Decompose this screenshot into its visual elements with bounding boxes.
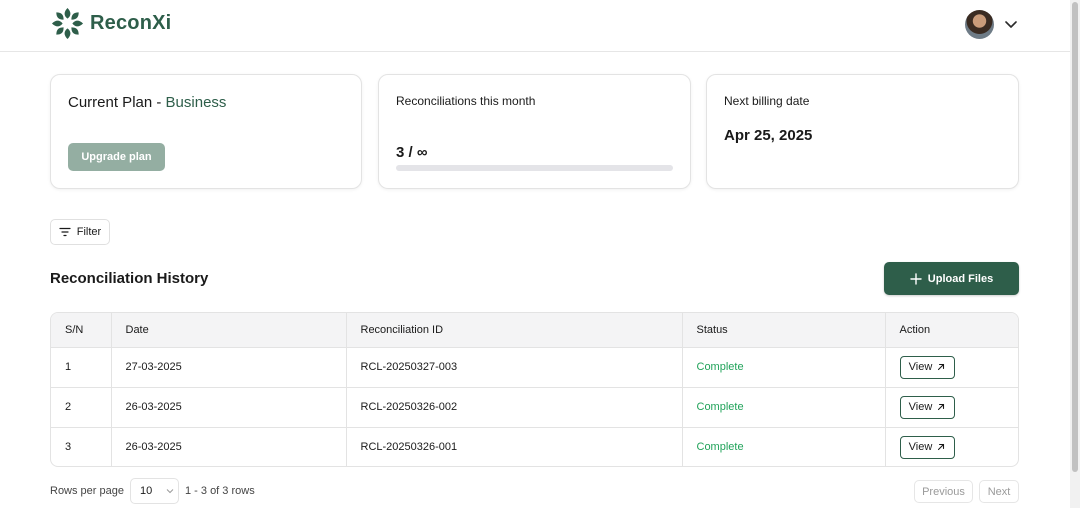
column-header-sn: S/N (51, 313, 112, 348)
view-label: View (908, 401, 933, 413)
cell-sn: 1 (51, 347, 112, 388)
chevron-down-icon (166, 489, 174, 494)
plan-name: Business (165, 94, 227, 111)
column-header-date: Date (111, 313, 347, 348)
arrow-up-right-icon (938, 363, 945, 371)
next-page-button[interactable]: Next (979, 480, 1019, 503)
upgrade-plan-button[interactable]: Upgrade plan (68, 143, 165, 171)
chevron-down-icon (1005, 21, 1017, 28)
column-header-action: Action (885, 313, 1018, 348)
rows-per-page-label: Rows per page (50, 485, 124, 497)
app-name: ReconXi (90, 12, 172, 34)
billing-label: Next billing date (724, 94, 810, 108)
cell-action: View (885, 387, 1018, 428)
filter-lines-icon (59, 227, 71, 237)
view-label: View (908, 361, 933, 373)
avatar[interactable] (965, 10, 994, 39)
reconxi-logo-icon (51, 7, 84, 40)
upload-files-label: Upload Files (927, 272, 994, 285)
cell-reconciliation-id: RCL-20250327-003 (346, 347, 683, 388)
user-menu-toggle[interactable] (1002, 15, 1020, 33)
table-row: 1 27-03-2025 RCL-20250327-003 Complete V… (51, 347, 1018, 388)
plan-title: Current Plan - Business (68, 94, 226, 111)
view-button[interactable]: View (899, 435, 955, 459)
row-range-text: 1 - 3 of 3 rows (185, 485, 255, 497)
view-label: View (908, 441, 933, 454)
previous-page-button[interactable]: Previous (914, 480, 973, 503)
filter-label: Filter (76, 226, 102, 238)
status-badge: Complete (682, 427, 886, 466)
top-navbar: ReconXi (0, 0, 1070, 52)
column-header-reconciliation-id: Reconciliation ID (346, 313, 683, 348)
upload-files-button[interactable]: Upload Files (884, 262, 1019, 295)
usage-progress-bar (396, 165, 673, 171)
cell-reconciliation-id: RCL-20250326-002 (346, 387, 683, 428)
column-header-status: Status (682, 313, 886, 348)
cell-date: 26-03-2025 (111, 427, 347, 466)
current-plan-card: Current Plan - Business Upgrade plan (50, 74, 362, 189)
status-badge: Complete (682, 347, 886, 388)
view-button[interactable]: View (899, 395, 955, 419)
filter-button[interactable]: Filter (50, 219, 110, 245)
cell-action: View (885, 427, 1018, 466)
usage-label: Reconciliations this month (396, 94, 536, 108)
logo[interactable]: ReconXi (50, 6, 171, 41)
table-row: 2 26-03-2025 RCL-20250326-002 Complete V… (51, 387, 1018, 428)
usage-card: Reconciliations this month 3 / ∞ (378, 74, 691, 189)
rows-per-page-value: 10 (140, 485, 153, 497)
reconciliation-table: S/N Date Reconciliation ID Status Action… (50, 312, 1019, 467)
table-header-row: S/N Date Reconciliation ID Status Action (51, 313, 1018, 348)
plan-title-prefix: Current Plan - (68, 94, 166, 111)
rows-per-page-select[interactable]: 10 (130, 478, 179, 504)
cell-sn: 2 (51, 387, 112, 428)
cell-sn: 3 (51, 427, 112, 466)
status-badge: Complete (682, 387, 886, 428)
billing-card: Next billing date Apr 25, 2025 (706, 74, 1019, 189)
arrow-up-right-icon (938, 444, 945, 451)
cell-date: 26-03-2025 (111, 387, 347, 428)
view-button[interactable]: View (899, 355, 955, 379)
section-title: Reconciliation History (50, 270, 209, 287)
table-row: 3 26-03-2025 RCL-20250326-001 Complete V… (51, 427, 1018, 466)
cell-reconciliation-id: RCL-20250326-001 (346, 427, 683, 466)
pagination-info: Rows per page 10 1 - 3 of 3 rows (50, 478, 255, 504)
billing-date: Apr 25, 2025 (724, 127, 813, 144)
scrollbar-thumb[interactable] (1072, 2, 1078, 472)
cell-action: View (885, 347, 1018, 388)
usage-count: 3 / ∞ (396, 144, 428, 161)
plus-icon (910, 272, 922, 285)
arrow-up-right-icon (938, 403, 945, 411)
cell-date: 27-03-2025 (111, 347, 347, 388)
page-scrollbar[interactable] (1070, 0, 1080, 508)
